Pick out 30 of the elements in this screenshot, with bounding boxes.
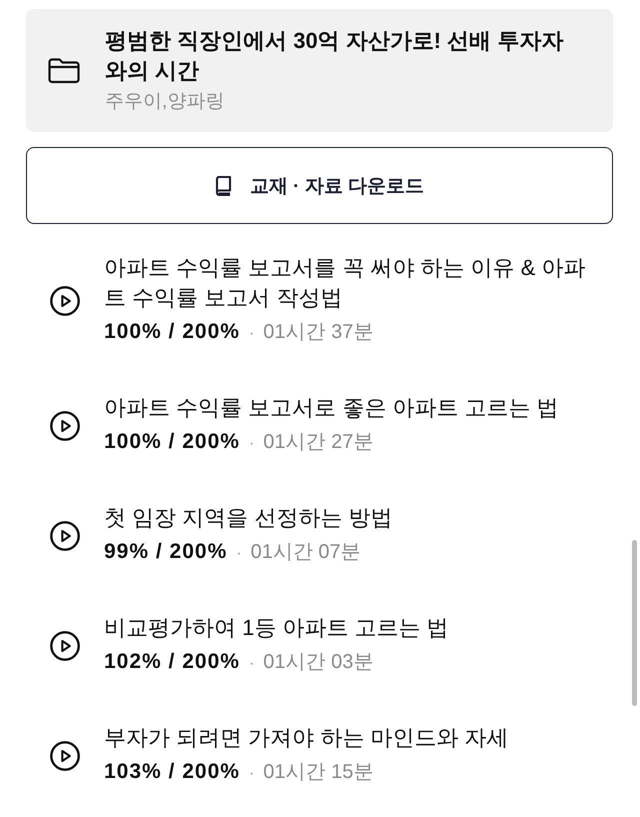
- progress-text: 100% / 200%: [104, 429, 240, 455]
- play-icon[interactable]: [50, 521, 80, 551]
- lesson-title: 비교평가하여 1등 아파트 고르는 법: [104, 614, 450, 642]
- duration-text: 01시간 37분: [263, 320, 374, 345]
- duration-text: 01시간 07분: [250, 540, 361, 565]
- separator-text: ·: [248, 324, 254, 344]
- course-title: 평범한 직장인에서 30억 자산가로! 선배 투자자와의 시간: [105, 27, 564, 85]
- progress-text: 99% / 200%: [104, 539, 228, 565]
- separator-text: ·: [248, 764, 254, 784]
- instructor-names: 주우이,양파링: [105, 90, 226, 114]
- play-icon[interactable]: [50, 741, 80, 771]
- duration-text: 01시간 15분: [263, 760, 374, 785]
- play-icon[interactable]: [50, 286, 80, 316]
- lesson-title: 아파트 수익률 보고서로 좋은 아파트 고르는 법: [104, 394, 560, 422]
- lesson-title: 부자가 되려면 가져야 하는 마인드와 자세: [104, 724, 510, 752]
- duration-text: 01시간 27분: [263, 430, 374, 455]
- progress-text: 100% / 200%: [104, 319, 240, 345]
- play-icon[interactable]: [50, 631, 80, 661]
- separator-text: ·: [236, 544, 242, 564]
- progress-text: 103% / 200%: [104, 759, 240, 785]
- progress-text: 102% / 200%: [104, 649, 240, 675]
- lesson-title: 첫 임장 지역을 선정하는 방법: [104, 504, 394, 532]
- folder-icon: [48, 58, 80, 84]
- download-button[interactable]: 교재 · 자료 다운로드: [26, 147, 613, 224]
- duration-text: 01시간 03분: [263, 650, 374, 675]
- play-icon[interactable]: [50, 411, 80, 441]
- book-icon: [214, 176, 232, 196]
- separator-text: ·: [248, 654, 254, 674]
- lesson-title: 아파트 수익률 보고서를 꼭 써야 하는 이유 & 아파트 수익률 보고서 작성법: [104, 254, 587, 312]
- separator-text: ·: [248, 434, 254, 454]
